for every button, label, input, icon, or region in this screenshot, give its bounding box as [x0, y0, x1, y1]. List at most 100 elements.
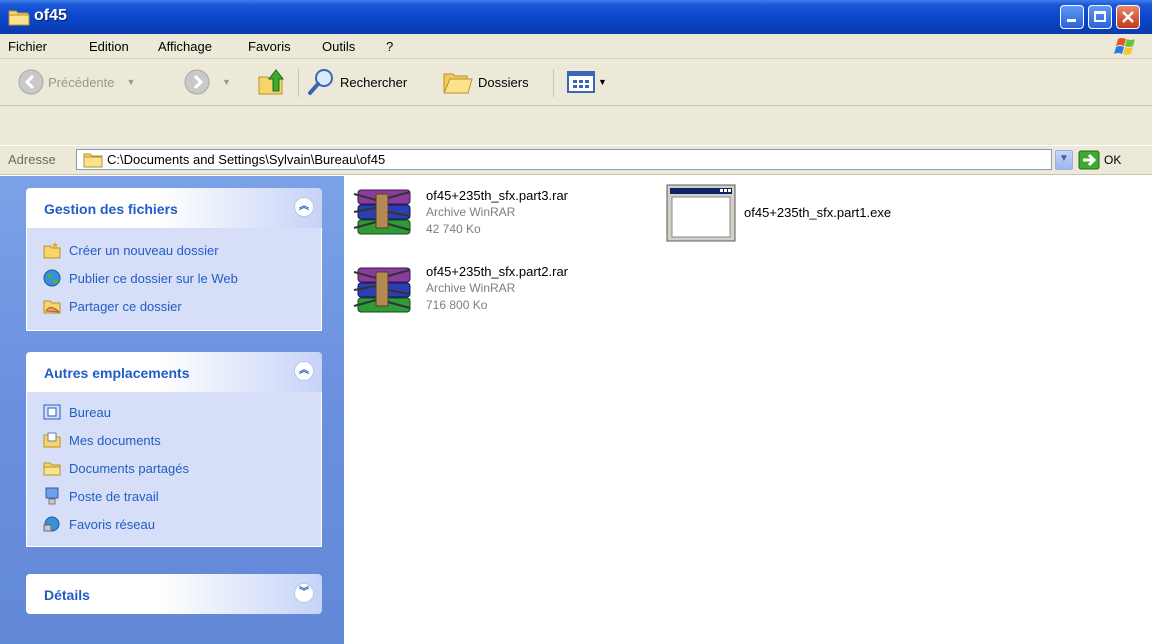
address-label: Adresse [8, 152, 56, 167]
web-publish-icon [43, 269, 61, 287]
address-value: C:\Documents and Settings\Sylvain\Bureau… [107, 152, 386, 167]
search-label: Rechercher [340, 74, 408, 90]
window-title: of45 [34, 7, 67, 24]
menu-affichage[interactable]: Affichage [158, 39, 212, 54]
up-folder-button[interactable] [256, 67, 286, 97]
menu-favoris[interactable]: Favoris [248, 39, 291, 54]
panel-autres-emplacements: Autres emplacements ︽ Bureau Mes documen… [26, 352, 322, 547]
back-button[interactable]: Précédente ▼ [18, 67, 135, 97]
task-label: Créer un nouveau dossier [69, 242, 219, 258]
maximize-icon [1094, 11, 1106, 22]
chevron-down-icon: ▼ [1059, 153, 1069, 164]
place-documents-partages[interactable]: Documents partagés [27, 454, 321, 482]
my-documents-icon [43, 432, 61, 448]
panel-title: Détails [44, 587, 90, 603]
folder-icon [83, 153, 103, 168]
file-size: 42 740 Ko [426, 222, 481, 236]
title-bar[interactable]: of45 [0, 0, 1152, 34]
folders-button[interactable]: Dossiers [442, 67, 529, 97]
file-type: Archive WinRAR [426, 205, 516, 219]
standard-buttons-row: Précédente ▼ ▼ Rechercher Dossiers ▼ [0, 59, 1152, 106]
panel-title: Gestion des fichiers [44, 201, 178, 217]
panel-header[interactable]: Gestion des fichiers ︽ [26, 188, 322, 228]
folders-icon [443, 73, 473, 94]
forward-dropdown-icon[interactable]: ▼ [222, 77, 231, 87]
expand-chevron-icon[interactable]: ︾ [294, 583, 314, 603]
back-label: Précédente [48, 74, 115, 90]
panel-body: Bureau Mes documents Documents partagés [26, 392, 322, 547]
task-share-folder[interactable]: Partager ce dossier [27, 292, 321, 320]
winrar-archive-icon [353, 267, 411, 313]
collapse-chevron-icon[interactable]: ︽ [294, 361, 314, 381]
search-button[interactable]: Rechercher [306, 67, 407, 97]
search-icon [308, 69, 333, 95]
file-item[interactable]: of45+235th_sfx.part2.rar Archive WinRAR … [352, 260, 642, 320]
desktop-icon [43, 404, 61, 420]
address-input[interactable]: C:\Documents and Settings\Sylvain\Bureau… [76, 149, 1052, 170]
views-icon [567, 71, 595, 93]
panel-header[interactable]: Autres emplacements ︽ [26, 352, 322, 392]
place-label: Favoris réseau [69, 516, 155, 532]
place-label: Mes documents [69, 432, 161, 448]
panel-body: Créer un nouveau dossier Publier ce doss… [26, 228, 322, 331]
task-label: Partager ce dossier [69, 298, 182, 314]
forward-button[interactable]: ▼ [184, 67, 231, 97]
go-label: OK [1104, 153, 1122, 167]
folder-icon [8, 10, 30, 26]
file-list: of45+235th_sfx.part3.rar Archive WinRAR … [344, 176, 1152, 644]
panel-header[interactable]: Détails ︾ [26, 574, 322, 614]
file-item[interactable]: of45+235th_sfx.part1.exe [664, 182, 964, 248]
go-arrow-icon [1078, 150, 1100, 170]
forward-arrow-icon [184, 69, 210, 95]
address-dropdown-button[interactable]: ▼ [1055, 150, 1073, 170]
place-mes-documents[interactable]: Mes documents [27, 426, 321, 454]
my-computer-icon [45, 487, 59, 505]
close-button[interactable] [1116, 5, 1140, 29]
back-dropdown-icon[interactable]: ▼ [127, 77, 136, 87]
menu-bar: Fichier Edition Affichage Favoris Outils… [0, 34, 1152, 59]
up-folder-icon [258, 69, 285, 95]
menu-edition[interactable]: Edition [89, 39, 129, 54]
file-item[interactable]: of45+235th_sfx.part3.rar Archive WinRAR … [352, 184, 642, 244]
views-button[interactable]: ▼ [566, 67, 607, 97]
menu-fichier[interactable]: Fichier [8, 39, 47, 54]
place-label: Documents partagés [69, 460, 189, 476]
panel-gestion-des-fichiers: Gestion des fichiers ︽ Créer un nouveau … [26, 188, 322, 331]
maximize-button[interactable] [1088, 5, 1112, 29]
winrar-archive-icon [353, 189, 411, 235]
place-favoris-reseau[interactable]: Favoris réseau [27, 510, 321, 538]
task-label: Publier ce dossier sur le Web [69, 270, 238, 286]
file-name: of45+235th_sfx.part1.exe [744, 205, 892, 220]
address-bar: Adresse C:\Documents and Settings\Sylvai… [0, 146, 1152, 175]
go-button[interactable]: OK [1078, 150, 1121, 170]
panel-details: Détails ︾ [26, 574, 322, 614]
menu-outils[interactable]: Outils [322, 39, 355, 54]
task-pane: Gestion des fichiers ︽ Créer un nouveau … [0, 176, 344, 644]
place-label: Poste de travail [69, 488, 159, 504]
share-folder-icon [43, 300, 61, 314]
place-bureau[interactable]: Bureau [27, 398, 321, 426]
collapse-chevron-icon[interactable]: ︽ [294, 197, 314, 217]
network-places-icon [43, 516, 60, 532]
folders-label: Dossiers [478, 74, 529, 90]
new-folder-icon [43, 242, 61, 259]
place-poste-de-travail[interactable]: Poste de travail [27, 482, 321, 510]
exe-window-icon [666, 184, 736, 242]
task-publish-web[interactable]: Publier ce dossier sur le Web [27, 264, 321, 292]
views-dropdown-icon[interactable]: ▼ [598, 77, 607, 87]
minimize-button[interactable] [1060, 5, 1084, 29]
place-label: Bureau [69, 404, 111, 420]
toolbar-separator [553, 69, 554, 97]
shared-documents-icon [43, 462, 61, 476]
file-name: of45+235th_sfx.part2.rar [426, 264, 569, 279]
windows-logo-icon [1114, 38, 1135, 55]
minimize-icon [1067, 19, 1076, 22]
file-size: 716 800 Ko [426, 298, 488, 312]
close-icon [1122, 11, 1134, 23]
task-create-folder[interactable]: Créer un nouveau dossier [27, 236, 321, 264]
back-arrow-icon [18, 69, 44, 95]
toolbar: Précédente ▼ ▼ Rechercher Dossiers ▼ [0, 59, 1152, 145]
file-type: Archive WinRAR [426, 281, 516, 295]
menu-help[interactable]: ? [386, 39, 393, 54]
toolbar-separator [298, 69, 299, 97]
